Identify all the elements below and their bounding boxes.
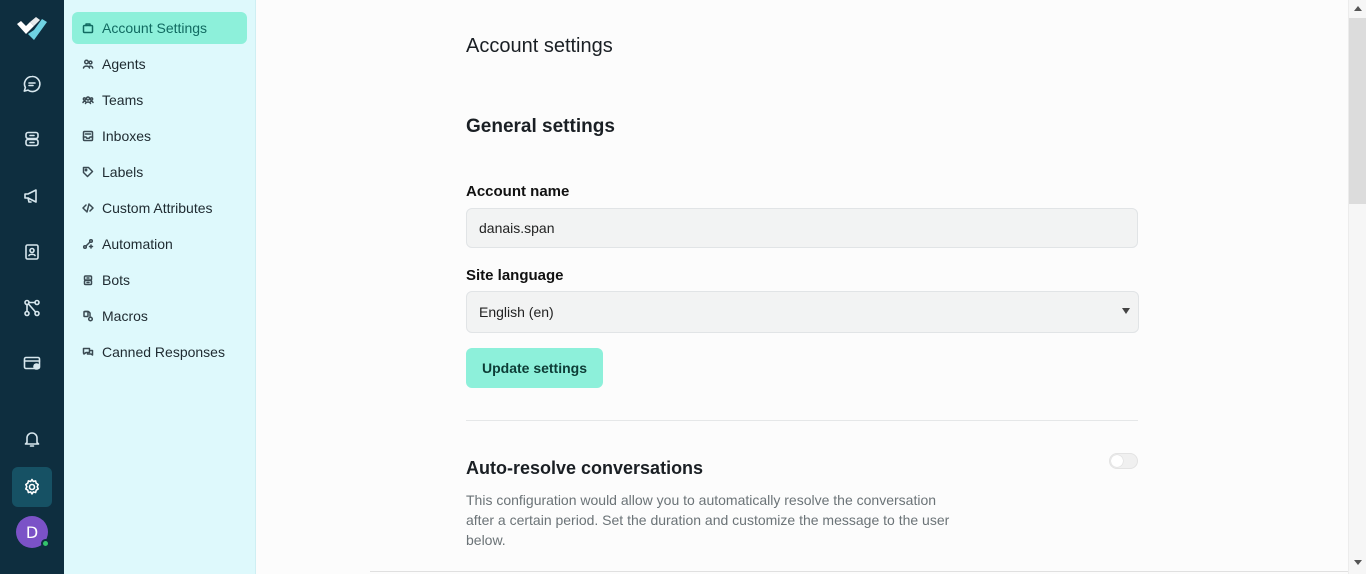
integrations-button[interactable] <box>12 288 52 328</box>
avatar-initial: D <box>25 522 39 542</box>
account-name-value: danais.span <box>479 220 555 236</box>
bell-icon <box>24 432 40 447</box>
auto-resolve-title: Auto-resolve conversations <box>466 458 704 478</box>
captain-button[interactable] <box>12 119 52 159</box>
auto-resolve-description: This configuration would allow you to au… <box>466 492 950 548</box>
section-divider <box>466 420 1138 421</box>
chat-responses-icon <box>82 347 94 356</box>
sidebar-item-canned-responses[interactable]: Canned Responses <box>72 336 247 368</box>
megaphone-icon <box>24 189 37 203</box>
site-language-label: Site language <box>466 267 564 284</box>
flow-nodes-icon <box>24 299 40 317</box>
toggle-knob <box>1111 455 1123 467</box>
settings-button[interactable] <box>12 467 52 507</box>
scroll-up-arrow[interactable] <box>1354 6 1362 11</box>
scroll-down-arrow[interactable] <box>1354 560 1362 565</box>
bot-icon <box>83 275 93 286</box>
sidebar-item-teams[interactable]: Teams <box>72 84 247 116</box>
page-scrollbar[interactable] <box>1348 0 1366 574</box>
sidebar-item-label: Teams <box>102 92 144 108</box>
billing-button[interactable] <box>12 343 52 383</box>
brand-logo[interactable] <box>14 14 50 42</box>
automation-icon <box>82 238 94 250</box>
page-title: Account settings <box>466 35 613 57</box>
sidebar-item-label: Agents <box>102 56 146 72</box>
sidebar-item-label: Account Settings <box>102 20 208 36</box>
chat-bubble-icon <box>23 75 41 93</box>
campaigns-button[interactable] <box>12 176 52 216</box>
gear-icon <box>25 478 39 495</box>
site-language-select[interactable]: English (en) <box>466 291 1139 333</box>
sidebar-item-inboxes[interactable]: Inboxes <box>72 120 247 152</box>
sidebar-item-label: Inboxes <box>102 128 152 144</box>
scrollbar-thumb[interactable] <box>1349 18 1366 204</box>
users-icon <box>82 59 94 69</box>
contacts-button[interactable] <box>12 232 52 272</box>
tag-icon <box>82 166 94 178</box>
sidebar-item-label: Bots <box>102 272 131 288</box>
inbox-icon <box>82 130 94 142</box>
update-settings-button[interactable]: Update settings <box>466 348 603 388</box>
icon-rail: D <box>0 0 64 574</box>
account-name-input[interactable]: danais.span <box>466 208 1138 248</box>
sidebar-item-label: Canned Responses <box>102 344 225 360</box>
sidebar-item-label: Automation <box>102 236 173 252</box>
sidebar-item-agents[interactable]: Agents <box>72 48 247 80</box>
chevron-down-icon <box>1122 308 1130 314</box>
sidebar-item-bots[interactable]: Bots <box>72 264 247 296</box>
account-name-label: Account name <box>466 183 570 200</box>
sidebar-item-label: Labels <box>102 164 144 180</box>
contact-card-icon <box>25 244 39 260</box>
auto-resolve-toggle[interactable] <box>1109 453 1138 469</box>
conversations-button[interactable] <box>12 64 52 104</box>
inbox-stack-icon <box>25 131 39 147</box>
sidebar-item-account-settings[interactable]: Account Settings <box>72 12 247 44</box>
notifications-button[interactable] <box>12 419 52 459</box>
code-icon <box>82 203 94 213</box>
sidebar-item-custom-attributes[interactable]: Custom Attributes <box>72 192 247 224</box>
online-status-dot <box>41 539 50 548</box>
team-icon <box>82 96 94 105</box>
sidebar-item-label: Custom Attributes <box>102 200 213 216</box>
macro-icon <box>83 310 94 322</box>
settings-main: Account settings General settings Accoun… <box>256 0 1348 574</box>
site-language-value: English (en) <box>479 304 554 320</box>
sidebar-item-automation[interactable]: Automation <box>72 228 247 260</box>
briefcase-icon <box>82 23 94 34</box>
bottom-border <box>370 571 1348 572</box>
sidebar-item-labels[interactable]: Labels <box>72 156 247 188</box>
wallet-icon <box>23 356 41 370</box>
avatar[interactable]: D <box>16 516 50 548</box>
settings-sidebar: Account Settings Agents Teams Inboxes La… <box>64 0 256 574</box>
general-settings-title: General settings <box>466 116 615 137</box>
sidebar-item-label: Macros <box>102 308 148 324</box>
sidebar-item-macros[interactable]: Macros <box>72 300 247 332</box>
